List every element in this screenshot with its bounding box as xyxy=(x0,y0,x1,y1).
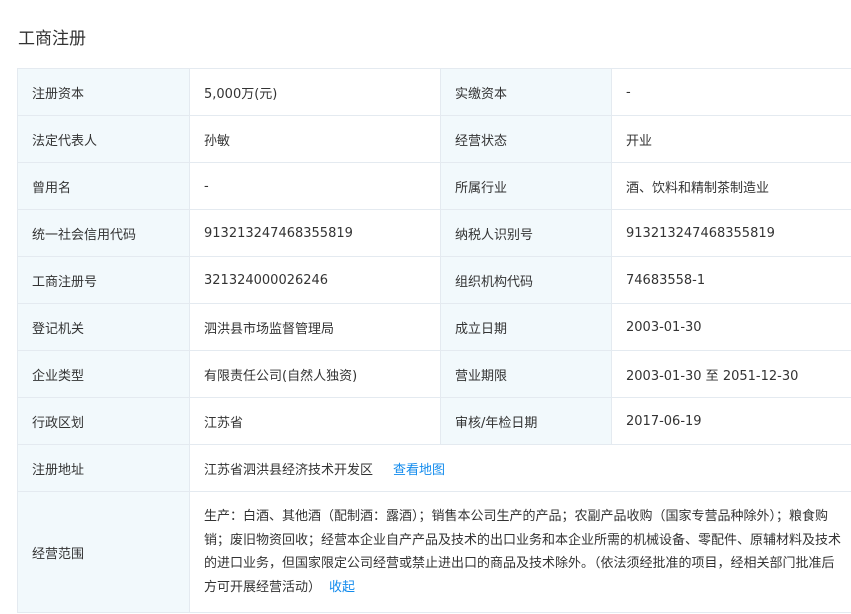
taxpayer-id-label: 纳税人识别号 xyxy=(440,209,612,257)
establishment-date-value: 2003-01-30 xyxy=(611,303,851,351)
paid-in-capital-label: 实缴资本 xyxy=(440,68,612,116)
registration-authority-label: 登记机关 xyxy=(17,303,190,351)
table-row: 法定代表人 孙敏 经营状态 开业 xyxy=(17,115,851,163)
business-term-value: 2003-01-30 至 2051-12-30 xyxy=(611,350,851,398)
table-row: 曾用名 - 所属行业 酒、饮料和精制茶制造业 xyxy=(17,162,851,210)
registered-address-label: 注册地址 xyxy=(17,444,190,492)
administrative-region-label: 行政区划 xyxy=(17,397,190,445)
company-type-label: 企业类型 xyxy=(17,350,190,398)
operating-status-label: 经营状态 xyxy=(440,115,612,163)
registered-address-cell: 江苏省泗洪县经济技术开发区 查看地图 xyxy=(189,444,851,492)
view-map-link[interactable]: 查看地图 xyxy=(393,463,445,478)
credit-code-value: 913213247468355819 xyxy=(189,209,441,257)
registered-address-value: 江苏省泗洪县经济技术开发区 xyxy=(204,462,374,478)
registration-number-label: 工商注册号 xyxy=(17,256,190,304)
table-row: 企业类型 有限责任公司(自然人独资) 营业期限 2003-01-30 至 205… xyxy=(17,350,851,398)
legal-representative-value: 孙敏 xyxy=(189,115,441,163)
industry-label: 所属行业 xyxy=(440,162,612,210)
credit-code-label: 统一社会信用代码 xyxy=(17,209,190,257)
establishment-date-label: 成立日期 xyxy=(440,303,612,351)
table-row: 经营范围 生产：白酒、其他酒（配制酒：露酒）；销售本公司生产的产品；农副产品收购… xyxy=(17,491,851,613)
business-term-label: 营业期限 xyxy=(440,350,612,398)
operating-status-value: 开业 xyxy=(611,115,851,163)
industry-value: 酒、饮料和精制茶制造业 xyxy=(611,162,851,210)
registration-number-value: 321324000026246 xyxy=(189,256,441,304)
former-name-value: - xyxy=(189,162,441,210)
registration-authority-value: 泗洪县市场监督管理局 xyxy=(189,303,441,351)
audit-date-label: 审核/年检日期 xyxy=(440,397,612,445)
business-registration-panel: 工商注册 注册资本 5,000万(元) 实缴资本 - 法定代表人 孙敏 经营状态… xyxy=(0,0,851,614)
table-row: 登记机关 泗洪县市场监督管理局 成立日期 2003-01-30 xyxy=(17,303,851,351)
company-type-value: 有限责任公司(自然人独资) xyxy=(189,350,441,398)
table-row: 注册地址 江苏省泗洪县经济技术开发区 查看地图 xyxy=(17,444,851,492)
registration-info-table: 注册资本 5,000万(元) 实缴资本 - 法定代表人 孙敏 经营状态 开业 曾… xyxy=(17,68,851,613)
organization-code-value: 74683558-1 xyxy=(611,256,851,304)
table-row: 工商注册号 321324000026246 组织机构代码 74683558-1 xyxy=(17,256,851,304)
organization-code-label: 组织机构代码 xyxy=(440,256,612,304)
collapse-link[interactable]: 收起 xyxy=(329,580,355,595)
legal-representative-label: 法定代表人 xyxy=(17,115,190,163)
audit-date-value: 2017-06-19 xyxy=(611,397,851,445)
section-title: 工商注册 xyxy=(18,29,86,49)
business-scope-cell: 生产：白酒、其他酒（配制酒：露酒）；销售本公司生产的产品；农副产品收购（国家专营… xyxy=(189,491,851,613)
former-name-label: 曾用名 xyxy=(17,162,190,210)
registered-capital-value: 5,000万(元) xyxy=(189,68,441,116)
table-row: 注册资本 5,000万(元) 实缴资本 - xyxy=(17,68,851,116)
taxpayer-id-value: 913213247468355819 xyxy=(611,209,851,257)
business-scope-label: 经营范围 xyxy=(17,491,190,613)
table-row: 行政区划 江苏省 审核/年检日期 2017-06-19 xyxy=(17,397,851,445)
table-row: 统一社会信用代码 913213247468355819 纳税人识别号 91321… xyxy=(17,209,851,257)
business-scope-text: 生产：白酒、其他酒（配制酒：露酒）；销售本公司生产的产品；农副产品收购（国家专营… xyxy=(204,509,842,595)
paid-in-capital-value: - xyxy=(611,68,851,116)
administrative-region-value: 江苏省 xyxy=(189,397,441,445)
registered-capital-label: 注册资本 xyxy=(17,68,190,116)
